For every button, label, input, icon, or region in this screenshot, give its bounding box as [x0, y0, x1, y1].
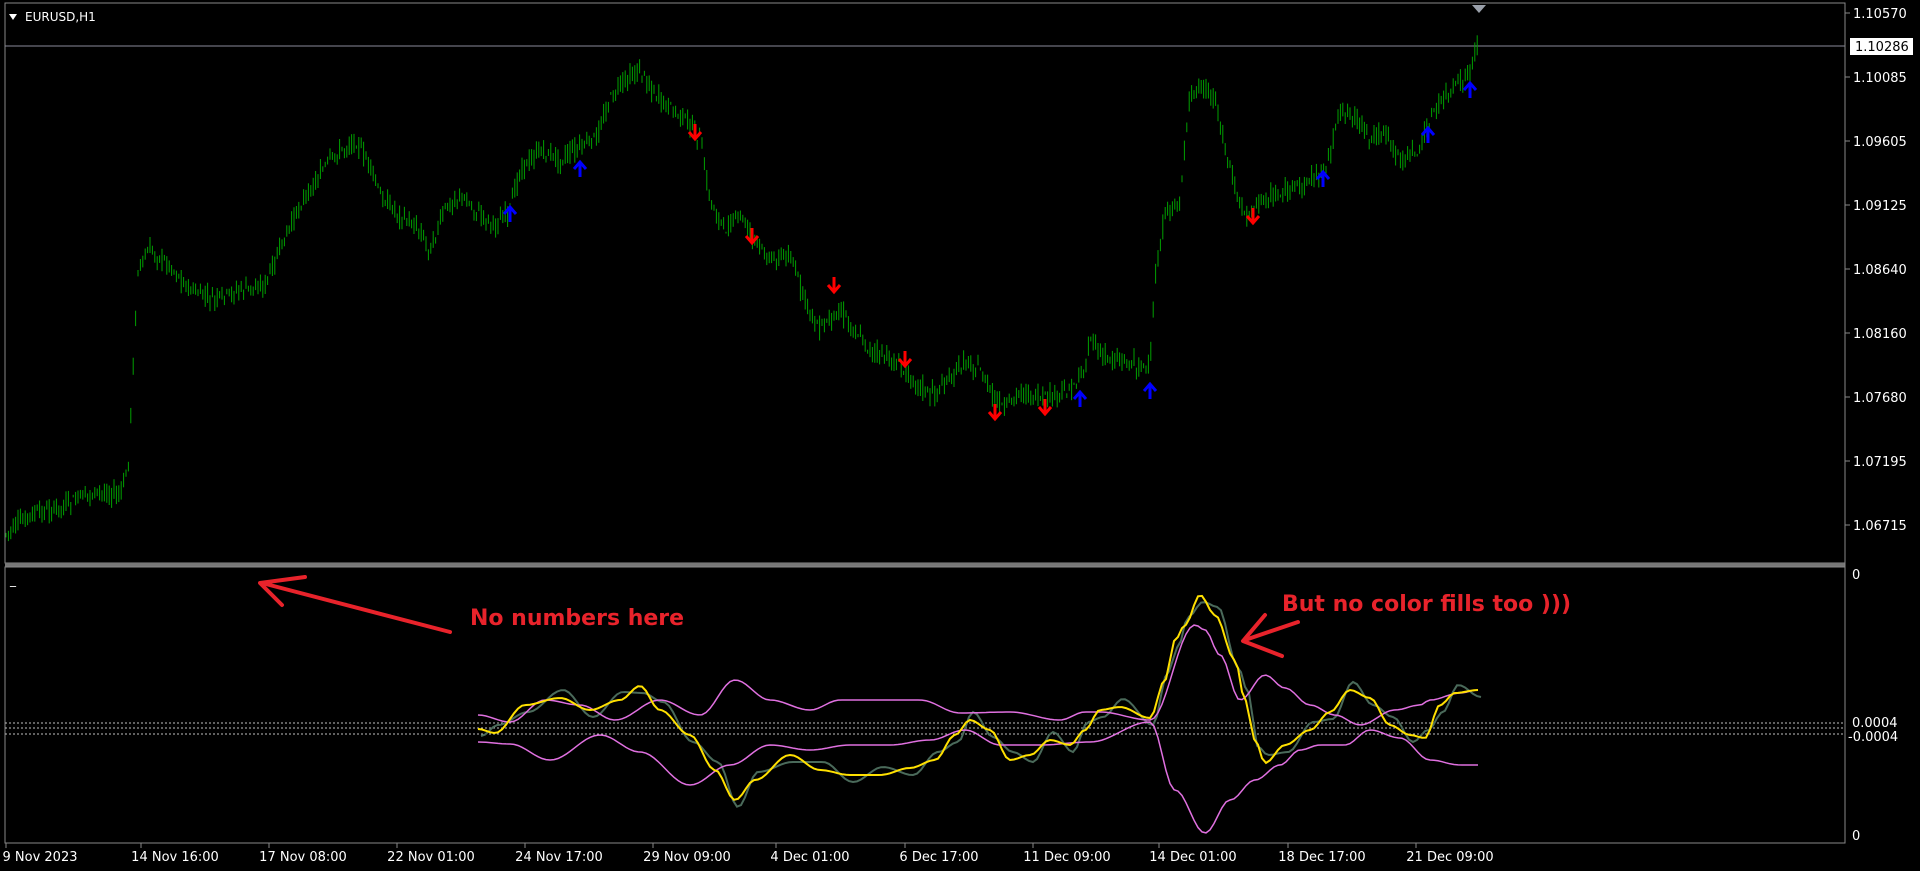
time-tick-label: 29 Nov 09:00: [643, 850, 731, 865]
indicator-bottom-label: 0: [1852, 829, 1860, 844]
annotation-left-text: No numbers here: [470, 606, 684, 631]
time-tick-label: 24 Nov 17:00: [515, 850, 603, 865]
price-tick-label: 1.07680: [1853, 391, 1907, 406]
indicator-level-lower-label: -0.0004: [1848, 730, 1898, 745]
price-axis[interactable]: 1.10570 1.10085 1.09605 1.09125 1.08640 1.081…: [1845, 7, 1907, 534]
symbol-label: EURUSD,H1: [25, 10, 96, 24]
time-tick-label: 17 Nov 08:00: [259, 850, 347, 865]
annotation-right-text: But no color fills too ))): [1282, 592, 1571, 617]
indicator-level-upper-label: 0.0004: [1852, 716, 1898, 731]
price-tick-label: 1.08160: [1853, 327, 1907, 342]
time-tick-label: 4 Dec 01:00: [770, 850, 849, 865]
time-tick-label: 9 Nov 2023: [3, 850, 78, 865]
price-tick-label: 1.09605: [1853, 135, 1907, 150]
price-tick-label: 1.10085: [1853, 71, 1907, 86]
price-tick-label: 1.08640: [1853, 263, 1907, 278]
price-panel[interactable]: [4, 2, 1846, 564]
time-tick-label: 11 Dec 09:00: [1023, 850, 1110, 865]
time-tick-label: 6 Dec 17:00: [899, 850, 978, 865]
chart-window[interactable]: EURUSD,H1 1.105701.100851.096051.091251.…: [0, 0, 1920, 867]
current-price-label: 1.10286: [1855, 40, 1909, 55]
price-tick-label: 1.09125: [1853, 199, 1907, 214]
price-tick-label: 1.06715: [1853, 519, 1907, 534]
indicator-name: _: [9, 573, 17, 587]
time-tick-label: 22 Nov 01:00: [387, 850, 475, 865]
price-tick-label: 1.07195: [1853, 455, 1907, 470]
panel-separator[interactable]: [5, 563, 1845, 567]
time-axis[interactable]: 9 Nov 2023 14 Nov 16:00 17 Nov 08:00 22 Nov…: [3, 843, 1494, 865]
time-tick-label: 18 Dec 17:00: [1278, 850, 1365, 865]
time-tick-label: 21 Dec 09:00: [1406, 850, 1493, 865]
time-tick-label: 14 Nov 16:00: [131, 850, 219, 865]
time-tick-label: 14 Dec 01:00: [1149, 850, 1236, 865]
indicator-top-label: 0: [1852, 568, 1860, 583]
price-tick-label: 1.10570: [1853, 7, 1907, 22]
